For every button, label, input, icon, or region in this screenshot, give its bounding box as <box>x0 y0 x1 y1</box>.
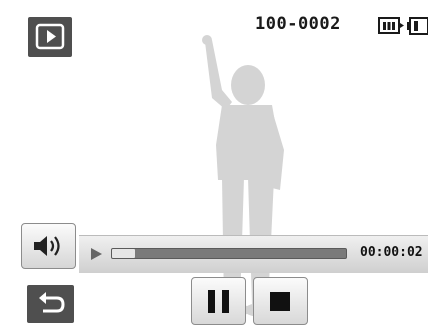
volume-icon <box>34 236 60 256</box>
camera-playback-screen: 100-0002 00:00:02 <box>0 0 428 328</box>
battery-icon <box>407 17 428 35</box>
back-icon <box>39 292 65 313</box>
pause-button[interactable] <box>191 277 246 325</box>
volume-button[interactable] <box>21 223 76 269</box>
pause-icon <box>208 290 229 313</box>
status-icons <box>378 17 428 35</box>
file-number: 100-0002 <box>255 14 341 34</box>
stop-button[interactable] <box>253 277 308 325</box>
internal-memory-icon <box>378 17 404 34</box>
progress-track[interactable] <box>111 248 347 259</box>
play-mode-icon <box>35 23 65 50</box>
elapsed-time: 00:00:02 <box>360 245 423 260</box>
back-button[interactable] <box>27 285 74 323</box>
stop-icon <box>270 292 290 311</box>
play-position-icon <box>91 248 102 260</box>
progress-fill <box>112 249 136 258</box>
playback-mode-button[interactable] <box>28 17 72 57</box>
